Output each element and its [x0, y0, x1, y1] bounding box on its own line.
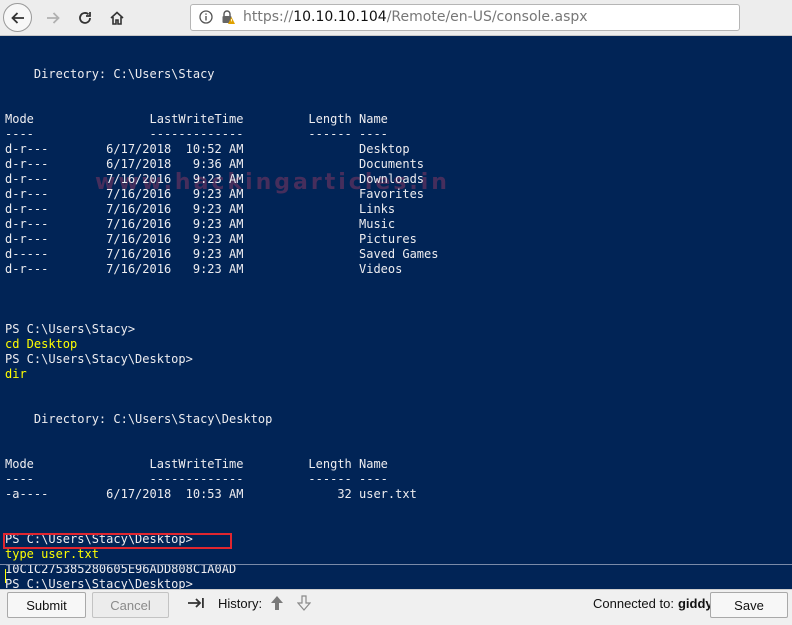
- console-output-line: ---- ------------- ------ ----: [5, 472, 388, 486]
- reload-icon: [78, 11, 91, 24]
- console-output-line: d----- 7/16/2016 9:23 AM Saved Games: [5, 247, 439, 261]
- back-button[interactable]: [3, 3, 32, 32]
- console-output-line: -a---- 6/17/2018 10:53 AM 32 user.txt: [5, 487, 417, 501]
- connection-status: Connected to: giddy: [593, 596, 713, 611]
- url-scheme: https://: [243, 9, 294, 25]
- console-output-line: d-r--- 7/16/2016 9:23 AM Links: [5, 202, 396, 216]
- console-command-line: type user.txt: [5, 547, 99, 561]
- forward-button[interactable]: [38, 3, 67, 32]
- text-caret: [5, 569, 6, 583]
- console-output-line: d-r--- 7/16/2016 9:23 AM Videos: [5, 262, 403, 276]
- highlight-box: [3, 533, 232, 549]
- url-path: /Remote/en-US/console.aspx: [386, 9, 588, 25]
- url-bar[interactable]: https://10.10.10.104/Remote/en-US/consol…: [190, 4, 740, 31]
- console-output-line: d-r--- 7/16/2016 9:23 AM Favorites: [5, 187, 425, 201]
- home-icon: [109, 10, 124, 25]
- powershell-console[interactable]: www.hackingarticles.in Directory: C:\Use…: [0, 36, 792, 589]
- history-down-icon[interactable]: [297, 595, 311, 611]
- console-output-line: ---- ------------- ------ ----: [5, 127, 388, 141]
- console-toolbar: Submit Cancel History: Connected to: gidd…: [0, 589, 792, 625]
- connected-label: Connected to:: [593, 596, 674, 611]
- console-output-line: PS C:\Users\Stacy\Desktop>: [5, 352, 193, 366]
- console-output-line: d-r--- 7/16/2016 9:23 AM Downloads: [5, 172, 425, 186]
- history-up-icon[interactable]: [270, 595, 284, 611]
- console-command-line: dir: [5, 367, 27, 381]
- home-button[interactable]: [102, 3, 131, 32]
- url-host: 10.10.10.104: [293, 9, 387, 25]
- console-output-line: Directory: C:\Users\Stacy\Desktop: [5, 412, 273, 426]
- console-output: Directory: C:\Users\Stacy Mode LastWrite…: [5, 52, 438, 589]
- connected-user: giddy: [677, 596, 713, 611]
- tab-complete-icon[interactable]: [187, 596, 205, 610]
- console-output-line: d-r--- 6/17/2018 9:36 AM Documents: [5, 157, 425, 171]
- command-input[interactable]: [0, 564, 792, 588]
- console-output-line: Directory: C:\Users\Stacy: [5, 67, 215, 81]
- reload-button[interactable]: [70, 3, 99, 32]
- save-button[interactable]: Save: [710, 592, 788, 618]
- arrow-left-icon: [10, 11, 24, 24]
- arrow-right-icon: [46, 11, 60, 24]
- console-output-line: d-r--- 7/16/2016 9:23 AM Pictures: [5, 232, 417, 246]
- console-command-line: cd Desktop: [5, 337, 78, 351]
- console-output-line: PS C:\Users\Stacy>: [5, 322, 136, 336]
- cancel-button[interactable]: Cancel: [92, 592, 169, 618]
- console-output-line: d-r--- 6/17/2018 10:52 AM Desktop: [5, 142, 410, 156]
- info-icon[interactable]: [199, 10, 213, 24]
- submit-button[interactable]: Submit: [7, 592, 86, 618]
- insecure-lock-icon[interactable]: [219, 9, 235, 25]
- console-output-line: Mode LastWriteTime Length Name: [5, 457, 388, 471]
- history-label: History:: [218, 596, 263, 611]
- console-output-line: d-r--- 7/16/2016 9:23 AM Music: [5, 217, 396, 231]
- console-output-line: Mode LastWriteTime Length Name: [5, 112, 388, 126]
- browser-toolbar: https://10.10.10.104/Remote/en-US/consol…: [0, 0, 792, 36]
- url-text: https://10.10.10.104/Remote/en-US/consol…: [243, 9, 588, 25]
